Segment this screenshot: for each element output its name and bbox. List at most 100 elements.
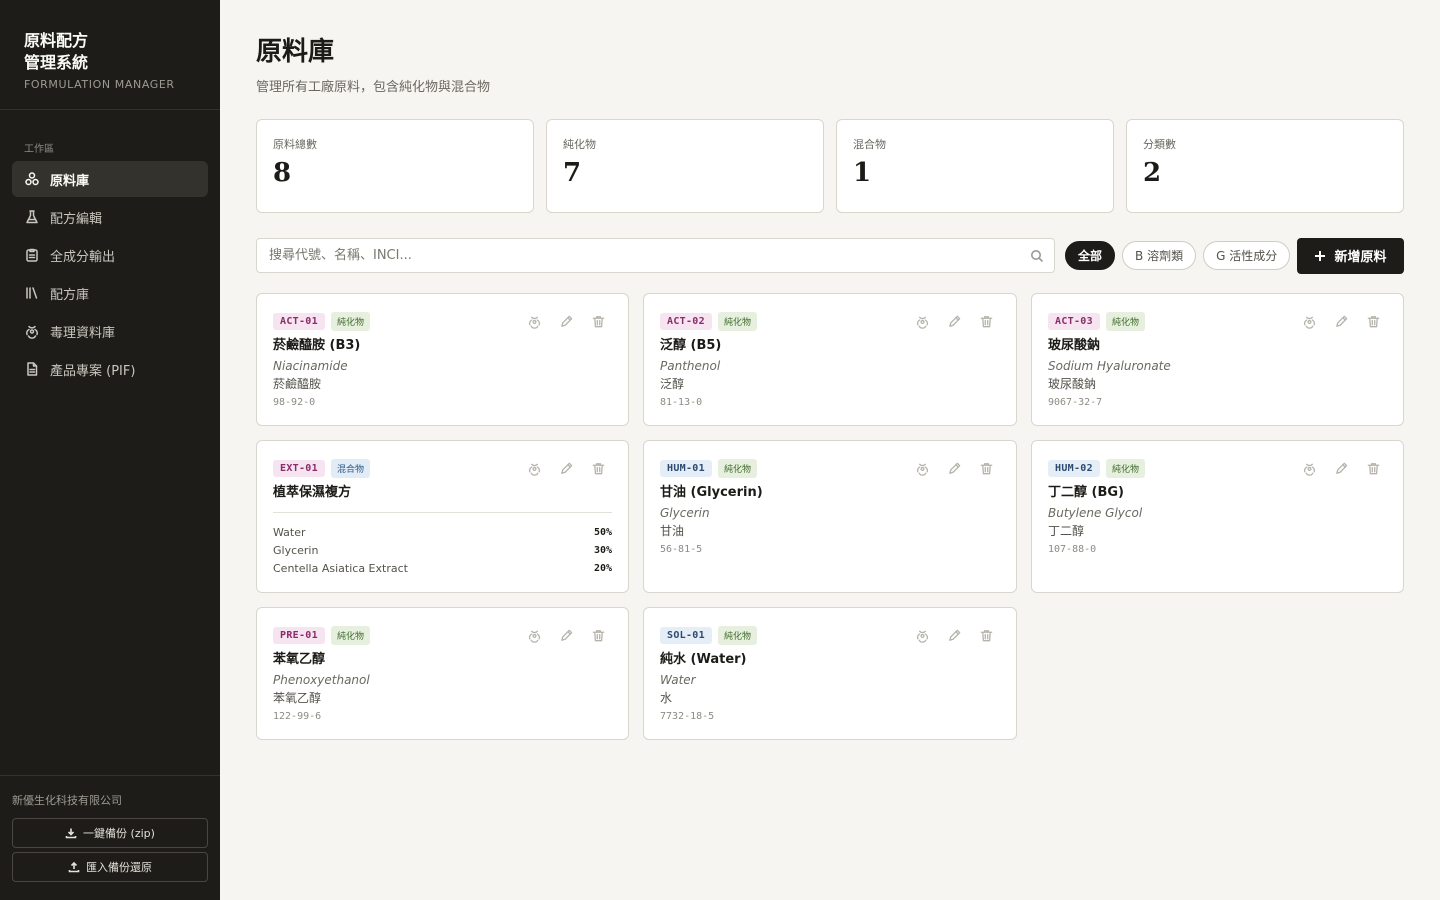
material-card[interactable]: ACT-03 純化物 玻尿酸鈉 Sodium Hyaluronate 玻尿酸鈉 … — [1031, 293, 1404, 426]
toxicology-button[interactable] — [912, 458, 932, 478]
component-name: Glycerin — [273, 544, 319, 557]
delete-button[interactable] — [588, 458, 608, 478]
component-row: Water 50% — [273, 524, 612, 542]
delete-button[interactable] — [588, 311, 608, 331]
add-material-label: 新增原料 — [1334, 250, 1387, 265]
biohazard-icon — [915, 461, 930, 476]
edit-button[interactable] — [556, 311, 576, 331]
edit-button[interactable] — [944, 625, 964, 645]
material-name: 純水 (Water) — [660, 652, 747, 667]
biohazard-icon — [1302, 314, 1317, 329]
brand-title: 原料配方 管理系統 — [24, 30, 196, 74]
sidebar-item-formula-editor[interactable]: 配方編輯 — [12, 199, 208, 235]
material-code: HUM-02 — [1048, 459, 1100, 477]
filter-solvent[interactable]: B 溶劑類 — [1122, 241, 1197, 270]
add-material-button[interactable]: 新增原料 — [1297, 237, 1404, 274]
delete-button[interactable] — [1363, 458, 1383, 478]
clipboard-icon — [24, 247, 40, 263]
card-header: HUM-01 純化物 — [660, 458, 1000, 478]
edit-button[interactable] — [1331, 311, 1351, 331]
material-type-badge: 純化物 — [717, 311, 757, 331]
restore-button[interactable]: 匯入備份還原 — [12, 852, 208, 882]
sidebar-item-product-pif[interactable]: 產品專案 (PIF) — [12, 351, 208, 387]
material-card[interactable]: HUM-01 純化物 甘油 (Glycerin) Glycerin 甘油 56-… — [643, 440, 1017, 593]
material-card[interactable]: EXT-01 混合物 植萃保濕複方 Water 50% Glycerin 30%… — [256, 440, 629, 593]
material-cas: 122-99-6 — [273, 711, 322, 722]
card-actions — [912, 311, 996, 331]
delete-button[interactable] — [976, 458, 996, 478]
material-cas: 81-13-0 — [660, 397, 703, 408]
card-header: ACT-01 純化物 — [273, 311, 612, 331]
biohazard-icon — [527, 314, 542, 329]
plus-icon — [1315, 250, 1326, 261]
trash-icon — [1366, 314, 1381, 329]
sidebar-item-label: 產品專案 (PIF) — [50, 363, 136, 379]
backup-button[interactable]: 一鍵備份 (zip) — [12, 818, 208, 848]
card-header: EXT-01 混合物 — [273, 458, 612, 478]
edit-button[interactable] — [556, 458, 576, 478]
delete-button[interactable] — [588, 625, 608, 645]
filter-all[interactable]: 全部 — [1065, 241, 1116, 270]
material-card[interactable]: HUM-02 純化物 丁二醇 (BG) Butylene Glycol 丁二醇 … — [1031, 440, 1404, 593]
edit-button[interactable] — [944, 458, 964, 478]
edit-button[interactable] — [944, 311, 964, 331]
sidebar-item-materials[interactable]: 原料庫 — [12, 161, 208, 197]
material-type-badge: 純化物 — [1105, 458, 1145, 478]
pencil-icon — [947, 461, 962, 476]
nav-section-label: 工作區 — [24, 144, 54, 155]
delete-button[interactable] — [1363, 311, 1383, 331]
card-actions — [524, 458, 608, 478]
trash-icon — [591, 628, 606, 643]
delete-button[interactable] — [976, 311, 996, 331]
main-content: 原料庫 管理所有工廠原料，包含純化物與混合物 原料總數 8 純化物 7 混合物 … — [256, 0, 1404, 740]
material-card[interactable]: PRE-01 純化物 苯氧乙醇 Phenoxyethanol 苯氧乙醇 122-… — [256, 607, 629, 740]
toxicology-button[interactable] — [912, 311, 932, 331]
sidebar-item-toxicology[interactable]: 毒理資料庫 — [12, 313, 208, 349]
toxicology-button[interactable] — [1299, 458, 1319, 478]
biohazard-icon — [915, 314, 930, 329]
toxicology-button[interactable] — [524, 458, 544, 478]
material-chinese-name: 甘油 — [660, 524, 685, 538]
card-actions — [912, 625, 996, 645]
stat-value: 7 — [563, 158, 582, 188]
card-header: ACT-02 純化物 — [660, 311, 1000, 331]
material-cas: 7732-18-5 — [660, 711, 715, 722]
company-name: 新優生化科技有限公司 — [12, 794, 122, 807]
material-name: 玻尿酸鈉 — [1048, 338, 1101, 353]
brand-title-line1: 原料配方 — [24, 31, 89, 50]
toxicology-button[interactable] — [1299, 311, 1319, 331]
toxicology-button[interactable] — [912, 625, 932, 645]
material-chinese-name: 菸鹼醯胺 — [273, 377, 322, 391]
edit-button[interactable] — [1331, 458, 1351, 478]
biohazard-icon — [527, 461, 542, 476]
download-icon — [65, 828, 77, 839]
material-code: ACT-02 — [660, 312, 712, 330]
pencil-icon — [947, 314, 962, 329]
sidebar-item-label: 配方庫 — [50, 287, 90, 303]
sidebar-item-formula-library[interactable]: 配方庫 — [12, 275, 208, 311]
filter-active[interactable]: G 活性成分 — [1203, 241, 1291, 270]
search-icon[interactable] — [1030, 248, 1044, 263]
sidebar-item-label: 配方編輯 — [50, 211, 103, 227]
material-cas: 9067-32-7 — [1048, 397, 1103, 408]
material-card[interactable]: ACT-02 純化物 泛醇 (B5) Panthenol 泛醇 81-13-0 — [643, 293, 1017, 426]
sidebar-item-ingredient-export[interactable]: 全成分輸出 — [12, 237, 208, 273]
edit-button[interactable] — [556, 625, 576, 645]
material-inci: Phenoxyethanol — [273, 673, 370, 687]
pencil-icon — [559, 314, 574, 329]
toxicology-button[interactable] — [524, 625, 544, 645]
card-actions — [524, 625, 608, 645]
card-actions — [1299, 311, 1383, 331]
material-card[interactable]: ACT-01 純化物 菸鹼醯胺 (B3) Niacinamide 菸鹼醯胺 98… — [256, 293, 629, 426]
delete-button[interactable] — [976, 625, 996, 645]
component-list: Water 50% Glycerin 30% Centella Asiatica… — [273, 512, 612, 578]
document-icon — [24, 361, 40, 377]
material-card[interactable]: SOL-01 純化物 純水 (Water) Water 水 7732-18-5 — [643, 607, 1017, 740]
material-type-badge: 純化物 — [330, 625, 370, 645]
card-actions — [524, 311, 608, 331]
toxicology-button[interactable] — [524, 311, 544, 331]
search-input[interactable] — [257, 239, 1054, 272]
card-actions — [912, 458, 996, 478]
molecule-icon — [24, 171, 40, 187]
stat-mixture-count: 混合物 1 — [836, 119, 1114, 213]
